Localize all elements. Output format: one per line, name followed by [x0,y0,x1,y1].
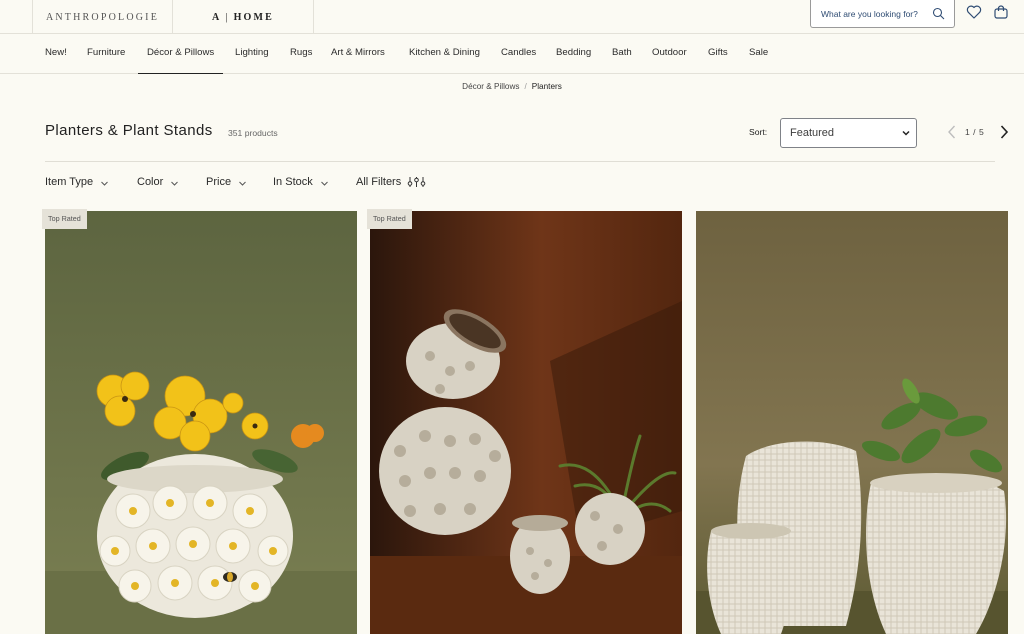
nav-item-furniture[interactable]: Furniture [87,34,125,74]
nav-item-candles[interactable]: Candles [501,34,536,74]
a-home-brand-tab[interactable]: A | HOME [173,0,314,34]
top-bar: ANTHROPOLOGIE A | HOME [0,0,1024,34]
nav-item-rugs[interactable]: Rugs [290,34,312,74]
main-nav: New! Furniture Décor & Pillows Lighting … [0,34,1024,74]
nav-item-bedding[interactable]: Bedding [556,34,591,74]
nav-item-bath[interactable]: Bath [612,34,632,74]
sliders-icon [407,177,426,187]
nav-item-new[interactable]: New! [45,34,67,74]
chevron-down-icon [902,130,910,136]
pager-text: 1 / 5 [965,127,985,137]
divider [45,161,995,162]
breadcrumb-separator: / [524,82,527,91]
filter-all-filters[interactable]: All Filters [356,176,426,188]
filter-label: Item Type [45,176,94,188]
heart-icon[interactable] [966,4,982,20]
product-image-textured-planters[interactable] [370,211,682,634]
product-card[interactable] [370,211,682,634]
nav-item-lighting[interactable]: Lighting [235,34,269,74]
product-count: 351 products [228,128,278,138]
badge-top-rated: Top Rated [367,209,412,229]
nav-item-outdoor[interactable]: Outdoor [652,34,687,74]
filter-color[interactable]: Color [137,176,179,188]
filter-label: All Filters [356,176,402,188]
sort-select[interactable]: Featured [780,118,917,148]
shopping-bag-icon[interactable] [993,4,1009,20]
breadcrumb-current: Planters [531,82,562,91]
product-card[interactable] [696,211,1008,634]
filter-item-type[interactable]: Item Type [45,176,109,188]
badge-top-rated: Top Rated [42,209,87,229]
nav-item-art-mirrors[interactable]: Art & Mirrors [331,34,385,74]
filter-label: In Stock [273,176,313,188]
chevron-down-icon [171,181,179,186]
pager-next-button[interactable] [997,124,1011,140]
pager-prev-button[interactable] [945,124,959,140]
nav-item-kitchen-dining[interactable]: Kitchen & Dining [409,34,480,74]
nav-item-decor-pillows[interactable]: Décor & Pillows [137,34,224,74]
search-icon[interactable] [932,7,945,20]
search-box[interactable] [810,0,955,28]
search-input[interactable] [821,8,927,19]
filter-price[interactable]: Price [206,176,247,188]
breadcrumb-parent[interactable]: Décor & Pillows [462,82,519,91]
breadcrumb: Décor & Pillows / Planters [0,82,1024,91]
brand-label: ANTHROPOLOGIE [45,11,160,23]
page-title: Planters & Plant Stands [45,122,213,139]
product-card[interactable] [45,211,357,634]
chevron-down-icon [101,181,108,186]
nav-item-gifts[interactable]: Gifts [708,34,728,74]
anthropologie-brand-tab[interactable]: ANTHROPOLOGIE [32,0,173,34]
product-image-woven-planters[interactable] [696,211,1008,634]
filter-label: Color [137,176,164,188]
nav-item-sale[interactable]: Sale [749,34,768,74]
sort-selected-value: Featured [790,127,835,139]
brand-label: HOME [233,11,275,23]
filter-in-stock[interactable]: In Stock [273,176,329,188]
filter-label: Price [206,176,232,188]
chevron-down-icon [239,181,246,186]
product-image-daisy-planter[interactable] [45,211,357,634]
sort-label: Sort: [749,127,768,137]
brand-prefix: A [211,11,222,23]
chevron-down-icon [320,181,328,186]
